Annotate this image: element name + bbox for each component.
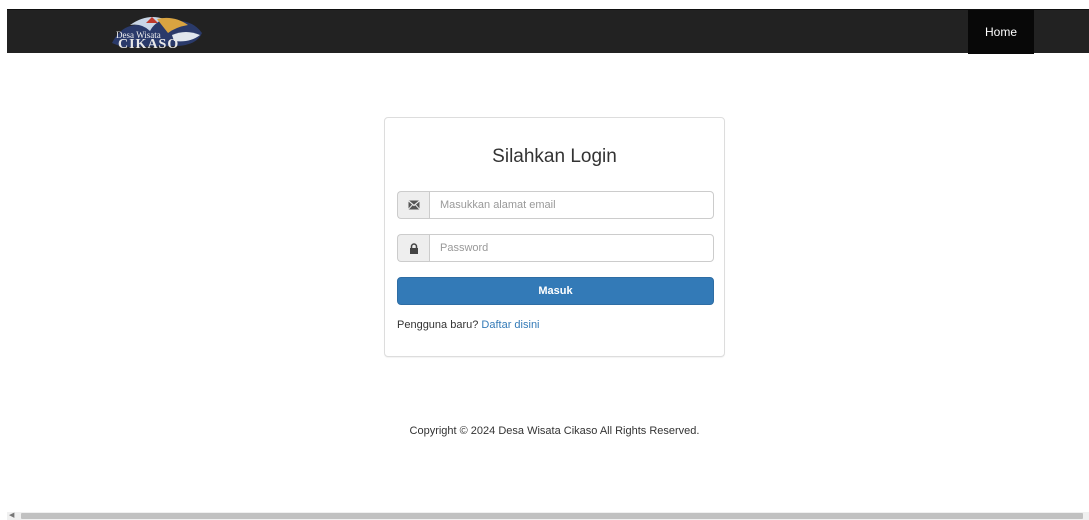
login-submit-button[interactable]: Masuk bbox=[397, 277, 714, 305]
login-panel: Silahkan Login Masuk Pengguna baru? Daft… bbox=[384, 117, 725, 357]
login-title: Silahkan Login bbox=[492, 146, 617, 167]
horizontal-scrollbar[interactable]: ◀ bbox=[7, 512, 1089, 520]
svg-text:CIKASO: CIKASO bbox=[118, 37, 179, 51]
password-input-group bbox=[397, 234, 714, 262]
lock-icon bbox=[397, 234, 429, 262]
register-link[interactable]: Daftar disini bbox=[481, 319, 539, 331]
footer: Copyright © 2024 Desa Wisata Cikaso All … bbox=[0, 425, 1089, 437]
nav-home-link[interactable]: Home bbox=[968, 10, 1034, 54]
footer-copyright: Copyright © 2024 Desa Wisata Cikaso All … bbox=[409, 425, 700, 437]
scrollbar-thumb[interactable] bbox=[21, 513, 1083, 519]
envelope-icon bbox=[397, 191, 429, 219]
email-input-group bbox=[397, 191, 714, 219]
email-field[interactable] bbox=[429, 191, 714, 219]
page-top-strip bbox=[0, 0, 1089, 9]
navbar: Desa Wisata CIKASO Home bbox=[7, 9, 1089, 54]
scroll-left-icon[interactable]: ◀ bbox=[9, 512, 14, 520]
brand-logo[interactable]: Desa Wisata CIKASO bbox=[102, 13, 212, 52]
register-prompt: Pengguna baru? Daftar disini bbox=[397, 319, 540, 331]
password-field[interactable] bbox=[429, 234, 714, 262]
brand-logo-image: Desa Wisata CIKASO bbox=[112, 17, 202, 52]
register-prompt-text: Pengguna baru? bbox=[397, 319, 479, 331]
